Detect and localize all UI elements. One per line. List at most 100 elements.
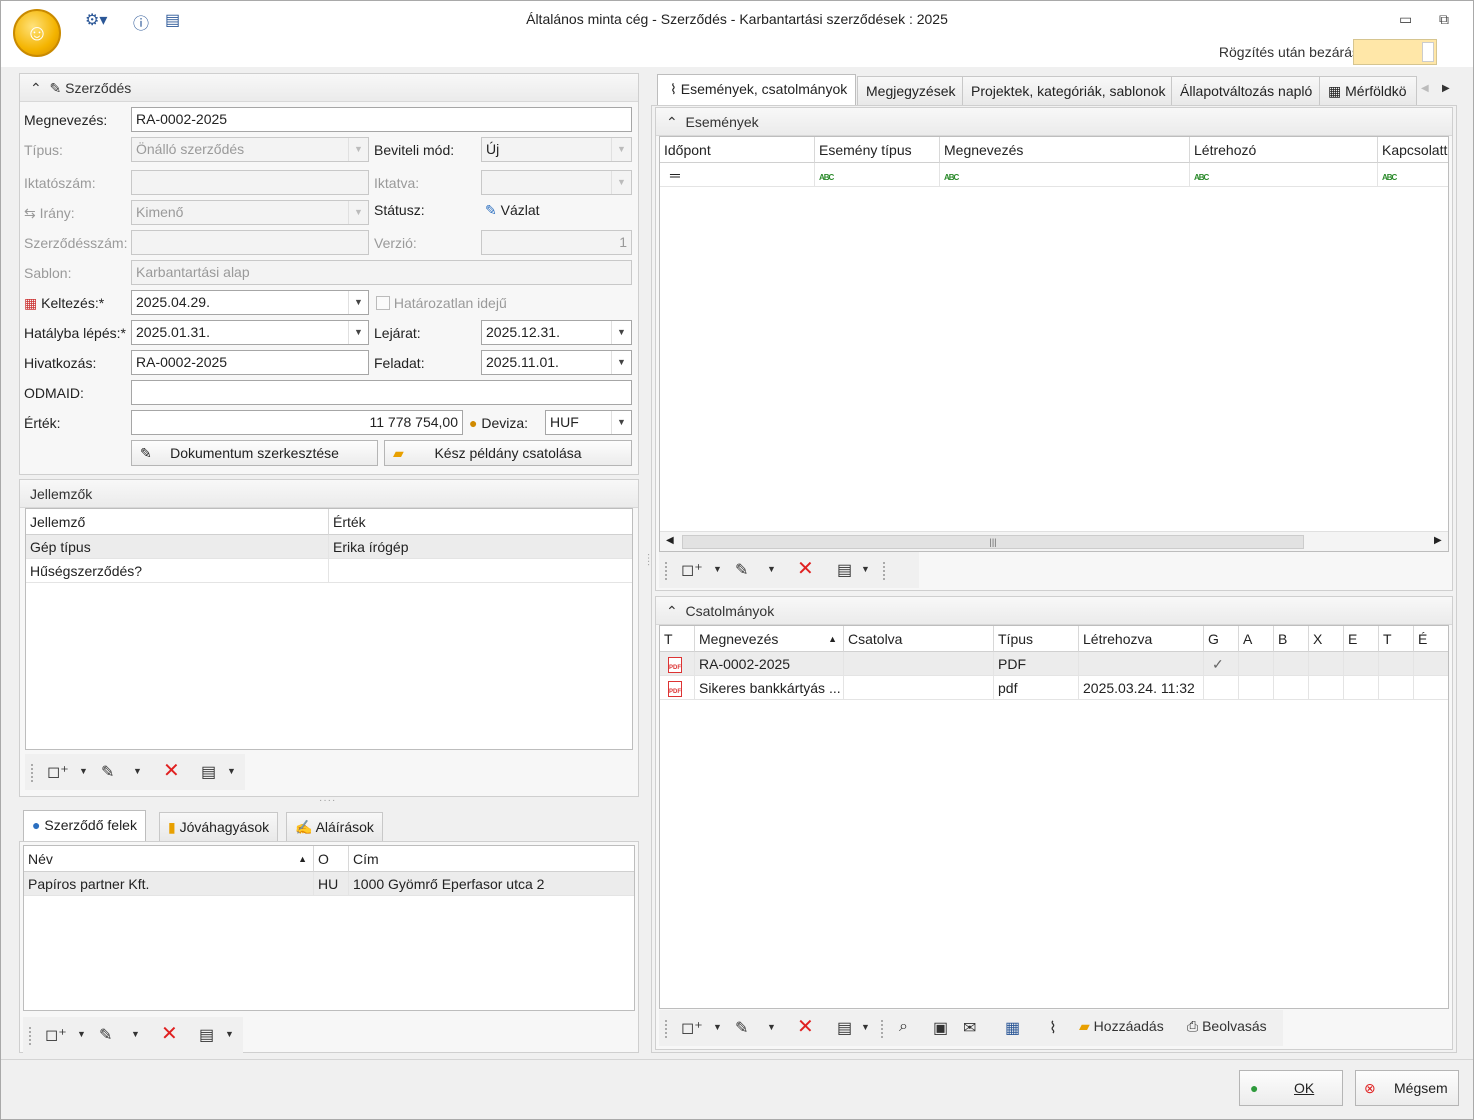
email-icon[interactable]: ✉	[963, 1018, 976, 1038]
search-icon[interactable]: ⌕	[899, 1018, 908, 1036]
web-icon[interactable]: ▦	[1005, 1018, 1020, 1038]
table-cell[interactable]: PDF	[660, 652, 695, 676]
column-header[interactable]: Esemény típus	[815, 137, 940, 163]
events-header[interactable]: ⌃ Események	[656, 108, 1452, 136]
chevron-down-icon[interactable]: ▼	[348, 291, 368, 314]
toolbar-grip[interactable]	[883, 562, 886, 580]
chevron-down-icon[interactable]: ▼	[611, 171, 631, 194]
scroll-right-icon[interactable]: ▶	[1434, 535, 1442, 546]
paperclip-icon[interactable]: ⌇	[1049, 1018, 1057, 1038]
table-cell[interactable]: ✓	[1204, 652, 1239, 676]
filter-cell[interactable]: ABC	[940, 163, 1190, 187]
chevron-down-icon[interactable]: ▼	[611, 351, 631, 374]
add-icon[interactable]: ◻⁺	[681, 560, 703, 580]
reference-input[interactable]: RA-0002-2025	[131, 350, 369, 375]
chevron-down-icon[interactable]: ▼	[611, 321, 631, 344]
tab-notes[interactable]: Megjegyzések	[857, 76, 965, 106]
table-cell[interactable]	[1379, 652, 1414, 676]
table-cell[interactable]: Papíros partner Kft.	[24, 872, 314, 896]
delete-icon[interactable]: ✕	[163, 758, 180, 783]
tab-events-attachments[interactable]: ⌇ Események, csatolmányok	[657, 74, 857, 106]
value-input[interactable]: 11 778 754,00	[131, 410, 463, 435]
column-header[interactable]: O	[314, 846, 349, 872]
scan-button[interactable]: ⎙ Beolvasás	[1187, 1018, 1267, 1035]
table-cell[interactable]	[1274, 652, 1309, 676]
chevron-down-icon[interactable]: ▼	[77, 1029, 86, 1039]
cancel-button[interactable]: ⊗ Mégsem	[1355, 1070, 1459, 1106]
column-header[interactable]: Megnevezés ▲	[695, 626, 844, 652]
tab-status-log[interactable]: Állapotváltozás napló	[1171, 76, 1322, 106]
tab-scroll-left-icon[interactable]: ◀	[1421, 83, 1429, 94]
table-cell[interactable]	[1309, 652, 1344, 676]
toolbar-grip[interactable]	[881, 1020, 884, 1038]
effective-date-picker[interactable]: 2025.01.31. ▼	[131, 320, 369, 345]
edit-icon[interactable]: ✎	[735, 1018, 748, 1038]
chevron-down-icon[interactable]: ▼	[611, 138, 631, 161]
filter-icon[interactable]: ▤	[837, 1018, 852, 1038]
chevron-down-icon[interactable]: ▼	[767, 1022, 776, 1032]
chevron-down-icon[interactable]: ▼	[611, 411, 631, 434]
chevron-down-icon[interactable]: ▼	[131, 1029, 140, 1039]
column-header[interactable]: Megnevezés	[940, 137, 1190, 163]
table-cell[interactable]	[1344, 676, 1379, 700]
filter-icon[interactable]: ▤	[201, 762, 216, 782]
add-attachment-button[interactable]: ▰ Hozzáadás	[1079, 1018, 1164, 1035]
chevron-down-icon[interactable]: ▼	[348, 201, 368, 224]
column-header[interactable]: Érték	[329, 509, 632, 535]
scroll-thumb[interactable]: |||	[682, 535, 1304, 549]
chevron-down-icon[interactable]: ▼	[348, 321, 368, 344]
edit-icon[interactable]: ✎	[99, 1025, 112, 1045]
splitter-grip[interactable]: ····	[319, 795, 336, 806]
chevron-down-icon[interactable]: ▼	[861, 564, 870, 574]
table-cell[interactable]: 2025.03.24. 11:32	[1079, 676, 1204, 700]
chevron-down-icon[interactable]: ▼	[861, 1022, 870, 1032]
table-cell[interactable]	[329, 559, 632, 583]
checkbox-box[interactable]	[376, 296, 390, 310]
table-cell[interactable]: Erika írógép	[329, 535, 632, 559]
toolbar-grip[interactable]	[31, 764, 34, 782]
chevron-down-icon[interactable]: ▼	[713, 1022, 722, 1032]
odmaid-input[interactable]	[131, 380, 632, 405]
chevron-down-icon[interactable]: ▼	[348, 138, 368, 161]
delete-icon[interactable]: ✕	[161, 1021, 178, 1046]
edit-document-button[interactable]: ✎ Dokumentum szerkesztése	[131, 440, 378, 466]
close-after-save-toggle[interactable]	[1353, 39, 1437, 65]
chevron-down-icon[interactable]: ▼	[79, 766, 88, 776]
column-header[interactable]: A	[1239, 626, 1274, 652]
toolbar-grip[interactable]	[29, 1027, 32, 1045]
column-header[interactable]: Létrehozva	[1079, 626, 1204, 652]
indefinite-checkbox[interactable]: Határozatlan idejű	[376, 295, 507, 311]
chevron-down-icon[interactable]: ▼	[227, 766, 236, 776]
column-header[interactable]: Név ▲	[24, 846, 314, 872]
table-cell[interactable]	[1274, 676, 1309, 700]
version-input[interactable]: 1	[481, 230, 632, 255]
collapse-icon[interactable]: ⌃	[666, 603, 678, 619]
column-header[interactable]: E	[1344, 626, 1379, 652]
filter-cell[interactable]: ABC	[1378, 163, 1448, 187]
toolbar-grip[interactable]	[665, 562, 668, 580]
column-header[interactable]: Létrehozó	[1190, 137, 1378, 163]
delete-icon[interactable]: ✕	[797, 556, 814, 581]
horizontal-scrollbar[interactable]: ◀ ||| ▶	[660, 531, 1448, 551]
tab-approvals[interactable]: ▮ Jóváhagyások	[159, 812, 279, 842]
file-no-input[interactable]	[131, 170, 369, 195]
contract-no-input[interactable]	[131, 230, 369, 255]
filter-cell[interactable]: ABC	[815, 163, 940, 187]
toolbar-grip[interactable]	[665, 1020, 668, 1038]
edit-icon[interactable]: ✎	[101, 762, 114, 782]
table-cell[interactable]	[1379, 676, 1414, 700]
filter-cell[interactable]: ═	[660, 163, 815, 187]
collapse-icon[interactable]: ⌃	[30, 80, 42, 96]
table-cell[interactable]	[1239, 676, 1274, 700]
table-cell[interactable]: RA-0002-2025	[695, 652, 844, 676]
add-icon[interactable]: ◻⁺	[45, 1025, 67, 1045]
entry-mode-select[interactable]: Új ▼	[481, 137, 632, 162]
filter-icon[interactable]: ▤	[199, 1025, 214, 1045]
save-icon[interactable]: ▣	[933, 1018, 948, 1038]
column-header[interactable]: X	[1309, 626, 1344, 652]
column-header[interactable]: B	[1274, 626, 1309, 652]
table-cell[interactable]: pdf	[994, 676, 1079, 700]
table-cell[interactable]	[1414, 676, 1448, 700]
add-icon[interactable]: ◻⁺	[681, 1018, 703, 1038]
add-icon[interactable]: ◻⁺	[47, 762, 69, 782]
